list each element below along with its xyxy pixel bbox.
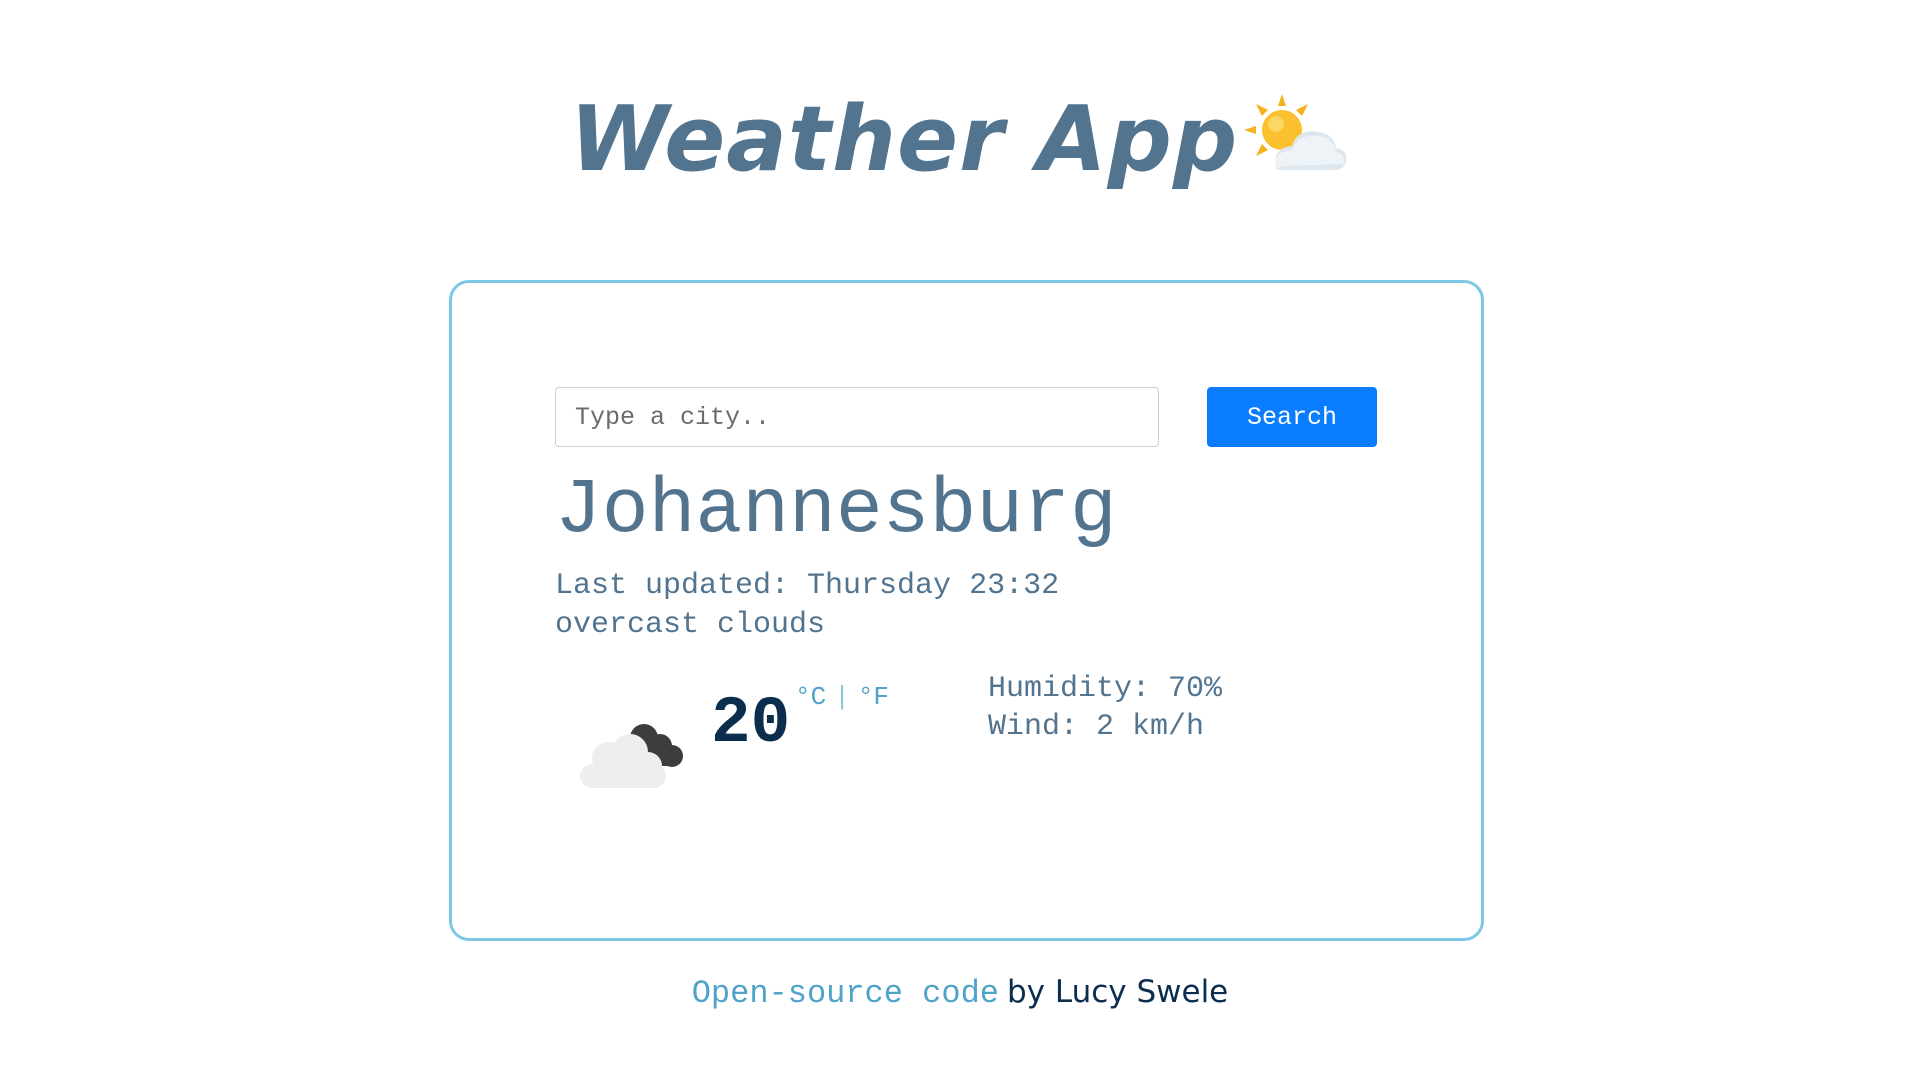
app-title-text: Weather App	[569, 87, 1239, 192]
weather-description: overcast clouds	[555, 608, 826, 642]
wind-text: Wind: 2 km/h	[988, 710, 1205, 744]
last-updated-text: Last updated: Thursday 23:32	[555, 569, 1060, 603]
unit-toggle: °C | °F	[795, 680, 889, 714]
footer: Open-source code by Lucy Swele	[0, 970, 1920, 1016]
app-title: Weather App	[0, 85, 1920, 195]
temperature-value: 20	[711, 686, 791, 761]
fahrenheit-link[interactable]: °F	[858, 682, 889, 712]
humidity-text: Humidity: 70%	[988, 672, 1223, 706]
search-button[interactable]: Search	[1207, 387, 1377, 447]
overcast-clouds-icon	[578, 716, 692, 790]
celsius-link[interactable]: °C	[795, 682, 826, 712]
open-source-link[interactable]: Open-source code	[692, 975, 999, 1012]
sun-behind-cloud-icon	[1242, 90, 1350, 180]
unit-separator: |	[834, 682, 850, 712]
city-name: Johannesburg	[555, 467, 1117, 555]
city-search-input[interactable]	[555, 387, 1159, 447]
author-credit: by Lucy Swele	[1006, 974, 1229, 1010]
